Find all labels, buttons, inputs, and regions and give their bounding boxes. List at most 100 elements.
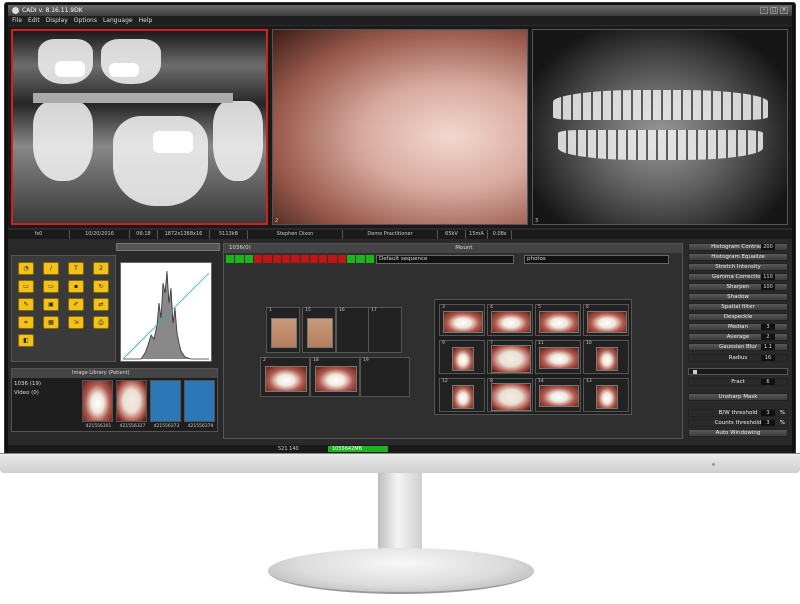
menu-language[interactable]: Language (103, 17, 133, 24)
spatial-filter-button[interactable]: Spatial filter (688, 303, 788, 311)
shadow-button[interactable]: Shadow (688, 293, 788, 301)
gaussian-blur-button[interactable]: Gaussian Blur 1.1 (688, 343, 788, 351)
stretch-intensity-button[interactable]: Stretch Intensity (688, 263, 788, 271)
compare-icon[interactable]: ⇄ (93, 298, 109, 311)
mount-cell[interactable]: 19 (360, 357, 410, 397)
menu-help[interactable]: Help (139, 17, 153, 24)
menu-edit[interactable]: Edit (28, 17, 40, 24)
mount-cell[interactable]: 8 (487, 378, 533, 412)
mount-cell[interactable]: 4 (487, 304, 533, 336)
fract-row: Fract 6 (688, 378, 788, 386)
library-tree-video[interactable]: Video (0) (14, 389, 76, 398)
viewer-pane-intraoral-photo[interactable]: 2 (272, 29, 528, 225)
info-file: fs0 (8, 230, 70, 239)
mount-cell[interactable]: 3 (439, 304, 485, 336)
maximize-button[interactable]: □ (770, 7, 778, 14)
minimize-button[interactable]: – (760, 7, 768, 14)
image-icon[interactable]: ▣ (43, 298, 59, 311)
mount-cell[interactable]: 6 (583, 304, 629, 336)
edit-icon[interactable]: ✎ (18, 298, 34, 311)
pane-number: 3 (535, 218, 539, 224)
library-thumbnail[interactable]: 421556379 (184, 380, 215, 429)
monitor: CADI v. 8.16.11.9DK – □ × File Edit Disp… (0, 0, 800, 604)
folder-open-icon[interactable]: ▭ (18, 280, 34, 293)
mount-id: 1036(0) (229, 245, 251, 251)
histogram-contrast-button[interactable]: Histogram Contrast 200 (688, 243, 788, 251)
mount-grid-right: 3 4 5 6 9 7 11 10 12 8 14 13 (434, 299, 632, 415)
titlebar: CADI v. 8.16.11.9DK – □ × (8, 5, 792, 16)
mount-cell[interactable]: 14 (535, 378, 581, 412)
save-icon[interactable]: ▪ (68, 280, 84, 293)
pen-tool-icon[interactable]: / (43, 262, 59, 275)
info-patient: Stephen Dixon (248, 230, 343, 239)
flip-icon[interactable]: ◧ (18, 334, 34, 347)
info-time: 06:18 (130, 230, 158, 239)
menu-options[interactable]: Options (74, 17, 97, 24)
folder-select[interactable]: photos (524, 255, 669, 264)
info-dimensions: 1872x1368x16 (158, 230, 210, 239)
refresh-icon[interactable]: ↻ (93, 280, 109, 293)
gamma-correction-button[interactable]: Gamma Correction 110 (688, 273, 788, 281)
menu-display[interactable]: Display (46, 17, 68, 24)
close-button[interactable]: × (780, 7, 788, 14)
library-thumbnail[interactable]: 421556373 (150, 380, 181, 429)
slider-handle[interactable] (693, 370, 697, 374)
library-thumbnail[interactable]: 421556301 (82, 380, 113, 429)
mount-cell[interactable]: 9 (439, 340, 485, 374)
sequence-status-bar (226, 255, 374, 263)
radius-slider[interactable] (688, 368, 788, 375)
power-led-icon (712, 463, 715, 466)
mount-cell[interactable]: 18 (310, 357, 360, 397)
image-library: Image Library (Patient) 1036 (19) Video … (11, 368, 218, 432)
lower-panel: ◔ / T 2 ▭ ▭ ▪ ↻ ✎ ▣ ✐ ⇄ ⌗ ▦ ⇲ ⎙ ◧ Image … (8, 240, 792, 444)
mount-cell[interactable]: 12 (439, 378, 485, 412)
mount-cell[interactable]: 1 (266, 307, 300, 353)
mount-cell[interactable]: 15 (302, 307, 336, 353)
sharpen-button[interactable]: Sharpen 100 (688, 283, 788, 291)
sequence-select[interactable]: Default sequence (376, 255, 514, 264)
annotate-icon[interactable]: ✐ (68, 298, 84, 311)
monitor-chin (0, 453, 800, 473)
bw-threshold-row: B/W threshold 3% (688, 409, 788, 417)
measure-tool-icon[interactable]: ◔ (18, 262, 34, 275)
grid-icon[interactable]: ▦ (43, 316, 59, 329)
mount-cell[interactable]: 17 (368, 307, 402, 353)
mount-cell[interactable]: 2 (260, 357, 310, 397)
print-icon[interactable]: ⎙ (93, 316, 109, 329)
filters-panel: Histogram Contrast 200 Histogram Equalize… (688, 243, 789, 439)
info-kv: 65kV (438, 230, 466, 239)
info-size: 5113kB (210, 230, 248, 239)
image-viewer: 2 3 (8, 26, 792, 228)
auto-windowing-button[interactable]: Auto Windowing (688, 429, 788, 437)
histogram-equalize-button[interactable]: Histogram Equalize (688, 253, 788, 261)
image-info-bar: fs0 10/20/2016 06:18 1872x1368x16 5113kB… (8, 230, 792, 239)
mount-cell[interactable]: 5 (535, 304, 581, 336)
mount-cell[interactable]: 13 (583, 378, 629, 412)
average-button[interactable]: Average 2 (688, 333, 788, 341)
train-tool-icon[interactable]: T (68, 262, 84, 275)
info-date: 10/20/2016 (70, 230, 130, 239)
mount-cell[interactable]: 7 (487, 340, 533, 374)
library-thumbnail[interactable]: 421556327 (116, 380, 147, 429)
export-icon[interactable]: ⇲ (68, 316, 84, 329)
median-button[interactable]: Median 3 (688, 323, 788, 331)
app-screen: CADI v. 8.16.11.9DK – □ × File Edit Disp… (8, 5, 792, 453)
mount-cell[interactable]: 11 (535, 340, 581, 374)
zoom-strip[interactable] (116, 243, 220, 251)
library-tree-patient[interactable]: 1036 (19) (14, 380, 76, 389)
layout-tool-icon[interactable]: 2 (93, 262, 109, 275)
histogram-chart[interactable] (120, 262, 212, 362)
viewer-pane-bitewing-xray[interactable] (11, 29, 268, 225)
despeckle-button[interactable]: Despeckle (688, 313, 788, 321)
unsharp-mask-button[interactable]: Unsharp Mask (688, 393, 788, 401)
menu-file[interactable]: File (12, 17, 22, 24)
app-logo-icon (12, 7, 19, 14)
tools-palette: ◔ / T 2 ▭ ▭ ▪ ↻ ✎ ▣ ✐ ⇄ ⌗ ▦ ⇲ ⎙ ◧ (11, 255, 116, 362)
crop-icon[interactable]: ⌗ (18, 316, 34, 329)
viewer-pane-panoramic-xray[interactable]: 3 (532, 29, 788, 225)
mount-cell[interactable]: 16 (336, 307, 370, 353)
counts-threshold-row: Counts threshold 3% (688, 419, 788, 427)
mount-cell[interactable]: 10 (583, 340, 629, 374)
folder-save-icon[interactable]: ▭ (43, 280, 59, 293)
app-title: CADI v. 8.16.11.9DK (22, 7, 83, 14)
